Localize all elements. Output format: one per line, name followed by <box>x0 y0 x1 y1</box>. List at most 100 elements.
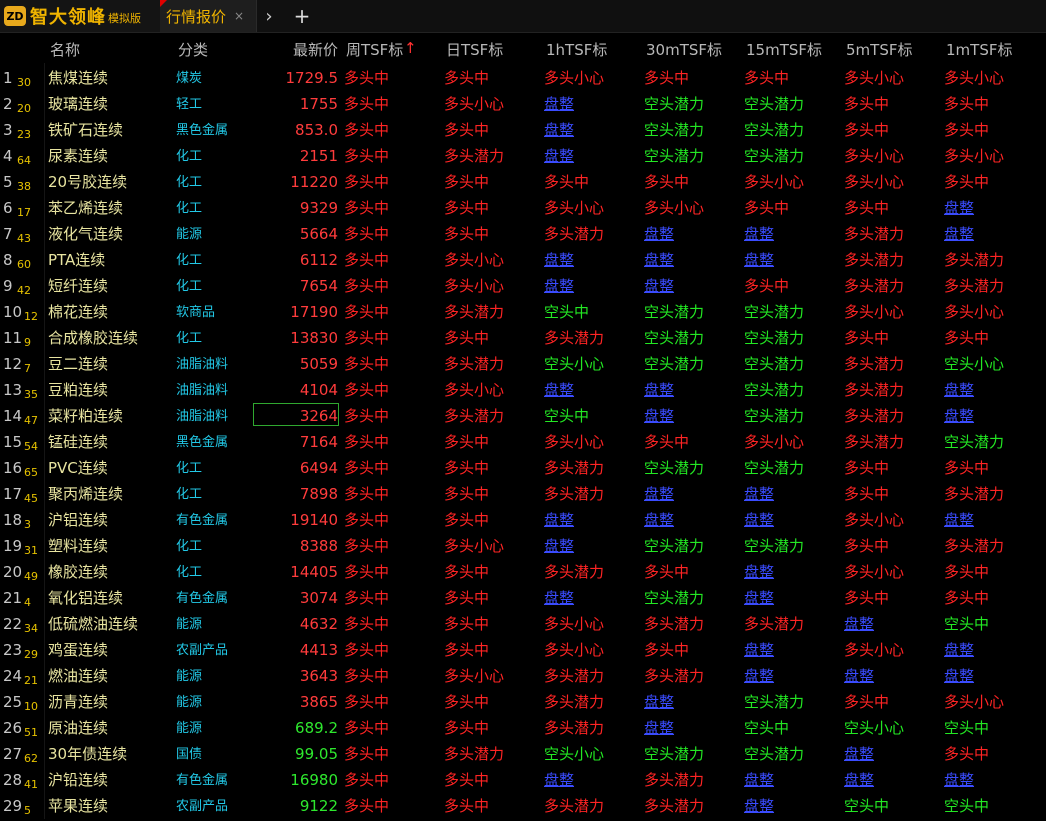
instrument-category: 油脂油料 <box>176 357 229 372</box>
tab-flag-icon <box>160 0 167 7</box>
table-row[interactable]: 13 35 豆粕连续 油脂油料 4104 多头中 多头小心 盘整 盘整 空头潜力 多头潜力 盘整 <box>0 377 1046 403</box>
tsf-signal-15m: 盘整 <box>744 251 775 269</box>
tsf-signal-30m: 空头潜力 <box>644 121 705 139</box>
table-row[interactable]: 17 45 聚丙烯连续 化工 7898 多头中 多头中 多头潜力 盘整 盘整 多头中 多头潜力 <box>0 481 1046 507</box>
tsf-signal-1h: 多头潜力 <box>544 225 605 243</box>
tsf-signal-5m: 多头中 <box>844 485 890 503</box>
table-row[interactable]: 12 7 豆二连续 油脂油料 5059 多头中 多头潜力 空头小心 空头潜力 空头潜力 多头潜力 空头… <box>0 351 1046 377</box>
tsf-signal-5m: 多头潜力 <box>844 407 905 425</box>
row-sub-index: 4 <box>24 596 31 609</box>
header-col-week-tsf[interactable]: 周TSF标 <box>346 39 403 60</box>
row-sub-index: 60 <box>17 258 31 271</box>
table-row[interactable]: 4 64 尿素连续 化工 2151 多头中 多头潜力 盘整 空头潜力 空头潜力 多头小心 多头小心 <box>0 143 1046 169</box>
tsf-signal-15m: 空头潜力 <box>744 95 805 113</box>
header-col-category[interactable]: 分类 <box>178 39 208 60</box>
table-row[interactable]: 26 51 原油连续 能源 689.2 多头中 多头中 多头潜力 盘整 空头中 空头小心 空头中 <box>0 715 1046 741</box>
table-row[interactable]: 1 30 焦煤连续 煤炭 1729.5 多头中 多头中 多头小心 多头中 多头中 多头小心 多头小心 <box>0 65 1046 91</box>
table-row[interactable]: 11 9 合成橡胶连续 化工 13830 多头中 多头中 多头潜力 空头潜力 空头潜力 多头中 多头中 <box>0 325 1046 351</box>
last-price: 853.0 <box>295 121 338 139</box>
instrument-name: 玻璃连续 <box>48 95 109 113</box>
table-row[interactable]: 14 47 菜籽粕连续 油脂油料 3264 多头中 多头潜力 空头中 盘整 空头潜力 多头潜力 盘整 <box>0 403 1046 429</box>
table-row[interactable]: 3 23 铁矿石连续 黑色金属 853.0 多头中 多头中 盘整 空头潜力 空头潜力 多头中 多头中 <box>0 117 1046 143</box>
table-row[interactable]: 9 42 短纤连续 化工 7654 多头中 多头小心 盘整 盘整 多头中 多头潜力 多头潜力 <box>0 273 1046 299</box>
instrument-name: 铁矿石连续 <box>48 121 124 139</box>
tsf-signal-day: 多头中 <box>444 433 490 451</box>
tsf-signal-day: 多头中 <box>444 485 490 503</box>
instrument-category: 化工 <box>176 175 203 190</box>
tsf-signal-5m: 多头中 <box>844 459 890 477</box>
table-row[interactable]: 28 41 沪铅连续 有色金属 16980 多头中 多头中 盘整 多头潜力 盘整 盘整 盘整 <box>0 767 1046 793</box>
chevron-right-icon[interactable]: › <box>258 0 280 32</box>
tsf-signal-1h: 盘整 <box>544 537 575 555</box>
tsf-signal-week: 多头中 <box>344 797 390 815</box>
instrument-category: 化工 <box>176 565 203 580</box>
header-col-name[interactable]: 名称 <box>50 39 80 60</box>
table-row[interactable]: 24 21 燃油连续 能源 3643 多头中 多头小心 多头潜力 多头潜力 盘整 盘整 盘整 <box>0 663 1046 689</box>
tsf-signal-1h: 盘整 <box>544 511 575 529</box>
table-row[interactable]: 27 62 30年债连续 国债 99.05 多头中 多头潜力 空头小心 空头潜力 空头潜力 盘整 多头… <box>0 741 1046 767</box>
tsf-signal-day: 多头中 <box>444 199 490 217</box>
header-col-1h-tsf[interactable]: 1hTSF标 <box>546 39 607 60</box>
row-index: 21 <box>3 589 23 607</box>
tsf-signal-15m: 空头潜力 <box>744 693 805 711</box>
table-row[interactable]: 8 60 PTA连续 化工 6112 多头中 多头小心 盘整 盘整 盘整 多头潜力 多头潜力 <box>0 247 1046 273</box>
table-row[interactable]: 10 12 棉花连续 软商品 17190 多头中 多头潜力 空头中 空头潜力 空头潜力 多头小心 多头… <box>0 299 1046 325</box>
tsf-signal-1m: 多头潜力 <box>944 537 1005 555</box>
tsf-signal-15m: 空头潜力 <box>744 303 805 321</box>
tsf-signal-5m: 盘整 <box>844 771 875 789</box>
instrument-category: 能源 <box>176 695 203 710</box>
tsf-signal-day: 多头中 <box>444 459 490 477</box>
header-col-price[interactable]: 最新价 <box>293 39 338 60</box>
tsf-signal-1h: 空头小心 <box>544 745 605 763</box>
plus-icon[interactable]: + <box>290 0 314 32</box>
tsf-signal-15m: 多头小心 <box>744 173 805 191</box>
instrument-name: 苯乙烯连续 <box>48 199 124 217</box>
table-row[interactable]: 16 65 PVC连续 化工 6494 多头中 多头中 多头潜力 空头潜力 空头潜力 多头中 多头中 <box>0 455 1046 481</box>
table-row[interactable]: 5 38 20号胶连续 化工 11220 多头中 多头中 多头中 多头中 多头小心 多头小心 多头中 <box>0 169 1046 195</box>
header-col-5m-tsf[interactable]: 5mTSF标 <box>846 39 912 60</box>
tab-label: 行情报价 <box>166 7 227 26</box>
row-sub-index: 42 <box>17 284 31 297</box>
tsf-signal-30m: 盘整 <box>644 225 675 243</box>
last-price: 99.05 <box>295 745 338 763</box>
table-row[interactable]: 18 3 沪铝连续 有色金属 19140 多头中 多头中 盘整 盘整 盘整 多头小心 盘整 <box>0 507 1046 533</box>
last-price: 6112 <box>299 251 338 269</box>
tsf-signal-30m: 盘整 <box>644 485 675 503</box>
table-row[interactable]: 25 10 沥青连续 能源 3865 多头中 多头中 多头潜力 盘整 空头潜力 多头中 多头小心 <box>0 689 1046 715</box>
tsf-signal-day: 多头潜力 <box>444 745 505 763</box>
row-index: 10 <box>3 303 23 321</box>
close-icon[interactable]: × <box>234 9 244 23</box>
tsf-signal-1h: 盘整 <box>544 771 575 789</box>
row-index: 18 <box>3 511 23 529</box>
header-col-15m-tsf[interactable]: 15mTSF标 <box>746 39 822 60</box>
tsf-signal-30m: 空头潜力 <box>644 355 705 373</box>
row-sub-index: 51 <box>24 726 38 739</box>
table-row[interactable]: 19 31 塑料连续 化工 8388 多头中 多头小心 盘整 空头潜力 空头潜力 多头中 多头潜力 <box>0 533 1046 559</box>
tsf-signal-30m: 盘整 <box>644 251 675 269</box>
instrument-name: 豆二连续 <box>48 355 109 373</box>
instrument-name: 鸡蛋连续 <box>48 641 109 659</box>
instrument-category: 能源 <box>176 227 203 242</box>
table-row[interactable]: 21 4 氧化铝连续 有色金属 3074 多头中 多头中 盘整 空头潜力 盘整 多头中 多头中 <box>0 585 1046 611</box>
table-row[interactable]: 7 43 液化气连续 能源 5664 多头中 多头中 多头潜力 盘整 盘整 多头潜力 盘整 <box>0 221 1046 247</box>
tsf-signal-1m: 多头中 <box>944 173 990 191</box>
table-row[interactable]: 20 49 橡胶连续 化工 14405 多头中 多头中 多头潜力 多头中 盘整 多头小心 多头中 <box>0 559 1046 585</box>
table-row[interactable]: 15 54 锰硅连续 黑色金属 7164 多头中 多头中 多头小心 多头中 多头小心 多头潜力 空头潜… <box>0 429 1046 455</box>
row-index: 24 <box>3 667 23 685</box>
header-col-1m-tsf[interactable]: 1mTSF标 <box>946 39 1012 60</box>
tsf-signal-15m: 空头潜力 <box>744 355 805 373</box>
header-col-30m-tsf[interactable]: 30mTSF标 <box>646 39 722 60</box>
tsf-signal-30m: 盘整 <box>644 277 675 295</box>
tsf-signal-week: 多头中 <box>344 121 390 139</box>
table-row[interactable]: 29 5 苹果连续 农副产品 9122 多头中 多头中 多头潜力 多头潜力 盘整 空头中 空头中 <box>0 793 1046 819</box>
tsf-signal-day: 多头中 <box>444 563 490 581</box>
tsf-signal-30m: 多头中 <box>644 173 690 191</box>
header-col-day-tsf[interactable]: 日TSF标 <box>446 39 503 60</box>
table-row[interactable]: 23 29 鸡蛋连续 农副产品 4413 多头中 多头中 多头小心 多头中 盘整 多头小心 盘整 <box>0 637 1046 663</box>
table-row[interactable]: 2 20 玻璃连续 轻工 1755 多头中 多头小心 盘整 空头潜力 空头潜力 多头中 多头中 <box>0 91 1046 117</box>
table-row[interactable]: 22 34 低硫燃油连续 能源 4632 多头中 多头中 多头小心 多头潜力 多头潜力 盘整 空头中 <box>0 611 1046 637</box>
tab-market-quotes[interactable]: 行情报价 × <box>160 0 257 32</box>
table-row[interactable]: 6 17 苯乙烯连续 化工 9329 多头中 多头中 多头小心 多头小心 多头中 多头中 盘整 <box>0 195 1046 221</box>
row-sub-index: 29 <box>24 648 38 661</box>
tsf-signal-5m: 多头中 <box>844 95 890 113</box>
